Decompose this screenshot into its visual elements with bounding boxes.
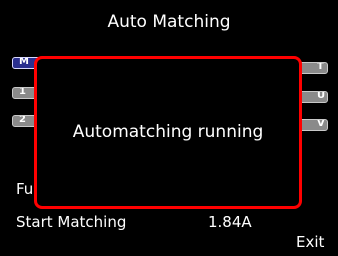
- automatching-dialog: Automatching running: [34, 56, 302, 209]
- screen-title: Auto Matching: [107, 12, 231, 32]
- mode-button-label: 1: [19, 87, 26, 97]
- exit-softkey[interactable]: Exit: [296, 233, 324, 251]
- current-value: 1.84A: [208, 213, 252, 231]
- mode-button-label: 2: [19, 115, 26, 125]
- device-screen: Auto Matching M 1 2 T U V Fu Start Match…: [0, 0, 338, 256]
- option-button-label: U: [317, 91, 326, 101]
- function-label[interactable]: Fu: [16, 180, 33, 198]
- dialog-message: Automatching running: [72, 122, 264, 142]
- mode-button-label: M: [19, 57, 29, 67]
- option-button-label: T: [317, 62, 324, 72]
- option-button-label: V: [317, 119, 325, 129]
- start-matching-item[interactable]: Start Matching: [16, 213, 126, 231]
